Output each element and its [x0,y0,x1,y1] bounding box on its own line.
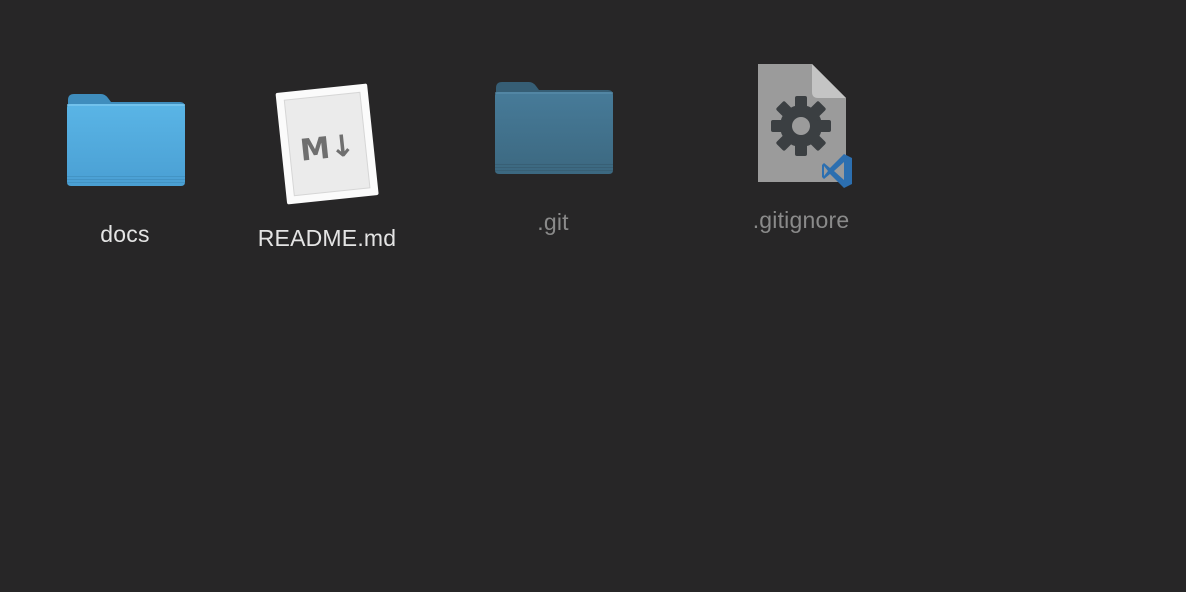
markdown-file-icon: M↓ [275,83,379,205]
file-name-label: docs [100,221,150,247]
file-name-label: .git [537,209,569,235]
file-name-label: .gitignore [752,207,850,233]
folder-icon [495,82,613,174]
finder-icon-view[interactable]: docs M↓ README.md .git .gitignore [0,0,1186,592]
folder-icon [67,94,185,186]
markdown-badge-text: M↓ [298,128,356,169]
file-name-label: README.md [257,225,397,251]
gear-document-icon [758,64,852,188]
